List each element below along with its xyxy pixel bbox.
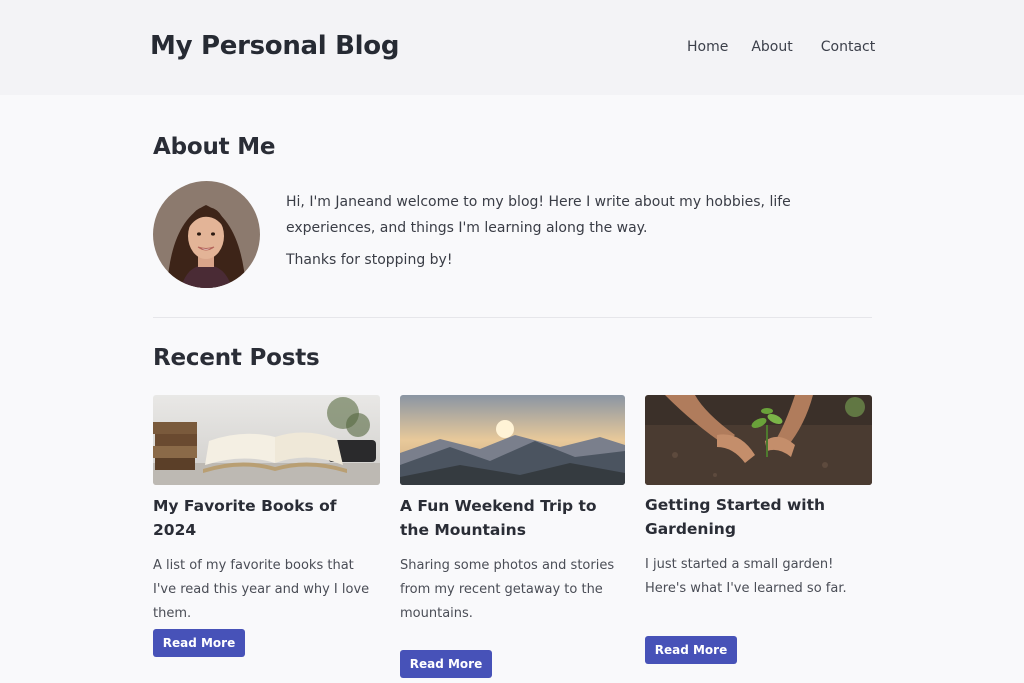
read-more-button[interactable]: Read More	[153, 629, 245, 657]
nav-contact-link[interactable]: Contact	[821, 39, 875, 55]
post-thumbnail-books[interactable]	[153, 395, 380, 485]
site-header: My Personal Blog Home About Contact	[0, 0, 1024, 95]
post-thumbnail-mountains[interactable]	[400, 395, 625, 485]
site-title[interactable]: My Personal Blog	[150, 31, 399, 61]
post-title[interactable]: A Fun Weekend Trip to the Mountains	[400, 494, 625, 542]
post-thumbnail-gardening[interactable]	[645, 395, 872, 485]
recent-posts-heading: Recent Posts	[153, 345, 320, 371]
main-nav: Home About Contact	[687, 39, 875, 55]
about-text: Hi, I'm Janeand welcome to my blog! Here…	[286, 189, 846, 273]
nav-about-link[interactable]: About	[751, 39, 792, 55]
avatar	[153, 181, 260, 288]
nav-home-link[interactable]: Home	[687, 39, 728, 55]
read-more-button[interactable]: Read More	[645, 636, 737, 664]
about-heading: About Me	[153, 134, 276, 160]
section-divider	[153, 317, 872, 318]
post-title[interactable]: Getting Started with Gardening	[645, 493, 872, 541]
post-card-mountains: A Fun Weekend Trip to the Mountains Shar…	[400, 395, 625, 678]
read-more-button[interactable]: Read More	[400, 650, 492, 678]
post-card-gardening: Getting Started with Gardening I just st…	[645, 395, 872, 664]
about-closing: Thanks for stopping by!	[286, 252, 453, 268]
post-title[interactable]: My Favorite Books of 2024	[153, 494, 380, 542]
post-card-books: My Favorite Books of 2024 A list of my f…	[153, 395, 380, 657]
post-excerpt: A list of my favorite books that I've re…	[153, 558, 370, 621]
post-excerpt: I just started a small garden! Here's wh…	[645, 557, 847, 596]
post-excerpt: Sharing some photos and stories from my …	[400, 558, 615, 621]
about-paragraph: Hi, I'm Janeand welcome to my blog! Here…	[286, 194, 791, 236]
